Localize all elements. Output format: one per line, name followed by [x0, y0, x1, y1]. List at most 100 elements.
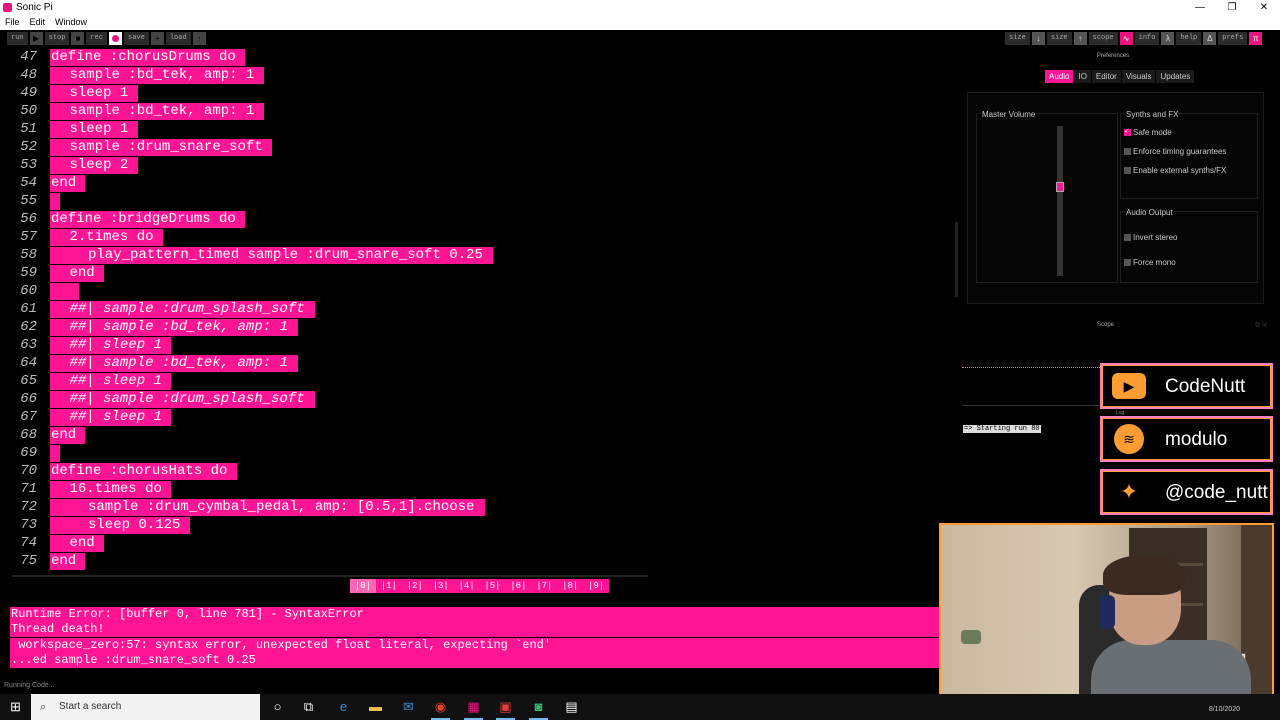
prefs-tab-io[interactable]: IO [1074, 70, 1091, 83]
code-line[interactable]: 62 ##| sample :bd_tek, amp: 1 [0, 318, 958, 336]
stop-icon[interactable]: ■ [71, 32, 85, 45]
buffer-tab-6[interactable]: |6| [505, 579, 531, 593]
buffer-tab-5[interactable]: |5| [480, 579, 506, 593]
invert-stereo-option[interactable]: Invert stereo [1124, 233, 1177, 242]
prefs-tab-visuals[interactable]: Visuals [1121, 70, 1156, 83]
stop-label[interactable]: stop [44, 32, 70, 45]
scope-label[interactable]: scope [1088, 32, 1118, 45]
code-line[interactable]: 54 end [0, 174, 958, 192]
code-line[interactable]: 49 sleep 1 [0, 84, 958, 102]
size-down-label[interactable]: size [1005, 32, 1030, 45]
buffer-tab-1[interactable]: |1| [376, 579, 402, 593]
buffer-tab-7[interactable]: |7| [531, 579, 557, 593]
run-label[interactable]: run [7, 32, 28, 45]
code-line[interactable]: 58 play_pattern_timed sample :drum_snare_… [0, 246, 958, 264]
force-mono-checkbox[interactable] [1124, 259, 1131, 266]
size-up-icon[interactable]: ↑ [1073, 32, 1087, 45]
horizontal-scrollbar[interactable] [12, 575, 648, 577]
media-app-icon[interactable]: ▣ [490, 694, 521, 720]
code-line[interactable]: 48 sample :bd_tek, amp: 1 [0, 66, 958, 84]
timing-guarantees-option[interactable]: Enforce timing guarantees [1124, 147, 1226, 156]
record-icon[interactable] [109, 32, 123, 45]
play-icon[interactable]: ▶ [29, 32, 43, 45]
code-line[interactable]: 70 define :chorusHats do [0, 462, 958, 480]
code-line[interactable]: 69 [0, 444, 958, 462]
code-line[interactable]: 47 define :chorusDrums do [0, 48, 958, 66]
menu-window[interactable]: Window [50, 15, 92, 30]
master-volume-slider[interactable] [1056, 126, 1064, 276]
buffer-tab-0[interactable]: |0| [350, 579, 376, 593]
external-synths-option[interactable]: Enable external synths/FX [1124, 166, 1226, 175]
help-label[interactable]: help [1176, 32, 1202, 45]
menu-file[interactable]: File [0, 15, 25, 30]
load-label[interactable]: load [165, 32, 191, 45]
buffer-tab-2[interactable]: |2| [402, 579, 428, 593]
streaming-app-icon[interactable]: ◙ [523, 694, 554, 720]
code-line[interactable]: 67 ##| sleep 1 [0, 408, 958, 426]
scope-window-icons[interactable]: ⧉ ✕ [1255, 322, 1267, 330]
safe-mode-option[interactable]: Safe mode [1124, 127, 1172, 137]
buffer-tab-9[interactable]: |9| [583, 579, 609, 593]
maximize-button[interactable]: ❐ [1216, 0, 1248, 15]
close-button[interactable]: ✕ [1248, 0, 1280, 15]
calculator-icon[interactable]: ▤ [556, 694, 587, 720]
buffer-tab-8[interactable]: |8| [557, 579, 583, 593]
code-line[interactable]: 61 ##| sample :drum_splash_soft [0, 300, 958, 318]
code-line[interactable]: 72 sample :drum_cymbal_pedal, amp: [0.5,1… [0, 498, 958, 516]
code-line[interactable]: 71 16.times do [0, 480, 958, 498]
rec-label[interactable]: rec [86, 32, 108, 45]
code-line[interactable]: 53 sleep 2 [0, 156, 958, 174]
save-icon[interactable]: + [150, 32, 164, 45]
code-line[interactable]: 50 sample :bd_tek, amp: 1 [0, 102, 958, 120]
code-line[interactable]: 73 sleep 0.125 [0, 516, 958, 534]
save-label[interactable]: save [124, 32, 149, 45]
buffer-tab-3[interactable]: |3| [428, 579, 454, 593]
safe-mode-checkbox[interactable] [1124, 127, 1131, 136]
chrome-icon[interactable]: ◉ [425, 694, 456, 720]
prefs-tab-editor[interactable]: Editor [1091, 70, 1121, 83]
master-volume-handle[interactable] [1056, 182, 1064, 192]
taskbar-search[interactable]: ⌕ Start a search [31, 694, 260, 720]
code-line[interactable]: 51 sleep 1 [0, 120, 958, 138]
load-icon[interactable]: ↑ [192, 32, 206, 45]
edge-icon[interactable]: e [328, 694, 359, 720]
task-view-icon[interactable]: ⧉ [293, 694, 324, 720]
help-icon[interactable]: Δ [1203, 32, 1217, 45]
windows-start-icon[interactable]: ⊞ [0, 694, 31, 720]
code-editor[interactable]: 47 define :chorusDrums do 48 sample :bd_tek… [0, 47, 958, 570]
mail-icon[interactable]: ✉ [393, 694, 424, 720]
code-line[interactable]: 68 end [0, 426, 958, 444]
scope-icon[interactable]: ∿ [1119, 32, 1133, 45]
size-up-label[interactable]: size [1046, 32, 1072, 45]
code-line[interactable]: 57 2.times do [0, 228, 958, 246]
size-down-icon[interactable]: ↓ [1031, 32, 1045, 45]
prefs-label[interactable]: prefs [1218, 32, 1248, 45]
prefs-tab-updates[interactable]: Updates [1156, 70, 1195, 83]
minimize-button[interactable]: — [1184, 0, 1216, 15]
prefs-icon[interactable]: π [1249, 32, 1263, 45]
external-synths-checkbox[interactable] [1124, 167, 1131, 174]
code-line[interactable]: 75 end [0, 552, 958, 570]
cortana-icon[interactable]: ○ [262, 694, 293, 720]
code-line[interactable]: 60 [0, 282, 958, 300]
timing-guarantees-checkbox[interactable] [1124, 148, 1131, 155]
code-line[interactable]: 55 [0, 192, 958, 210]
prefs-tab-audio[interactable]: Audio [1045, 70, 1074, 83]
invert-stereo-checkbox[interactable] [1124, 234, 1131, 241]
file-explorer-icon[interactable]: ▬ [360, 694, 391, 720]
code-line[interactable]: 52 sample :drum_snare_soft [0, 138, 958, 156]
code-line[interactable]: 65 ##| sleep 1 [0, 372, 958, 390]
code-line[interactable]: 74 end [0, 534, 958, 552]
code-line[interactable]: 59 end [0, 264, 958, 282]
menu-edit[interactable]: Edit [25, 15, 51, 30]
code-line[interactable]: 56 define :bridgeDrums do [0, 210, 958, 228]
buffer-tab-4[interactable]: |4| [454, 579, 480, 593]
code-line[interactable]: 66 ##| sample :drum_splash_soft [0, 390, 958, 408]
code-line[interactable]: 64 ##| sample :bd_tek, amp: 1 [0, 354, 958, 372]
code-line[interactable]: 63 ##| sleep 1 [0, 336, 958, 354]
force-mono-option[interactable]: Force mono [1124, 258, 1176, 267]
info-label[interactable]: info [1134, 32, 1160, 45]
info-icon[interactable]: λ [1161, 32, 1175, 45]
sonic-pi-taskbar-icon[interactable]: ▦ [458, 694, 489, 720]
editor-scrollbar[interactable] [955, 222, 958, 297]
